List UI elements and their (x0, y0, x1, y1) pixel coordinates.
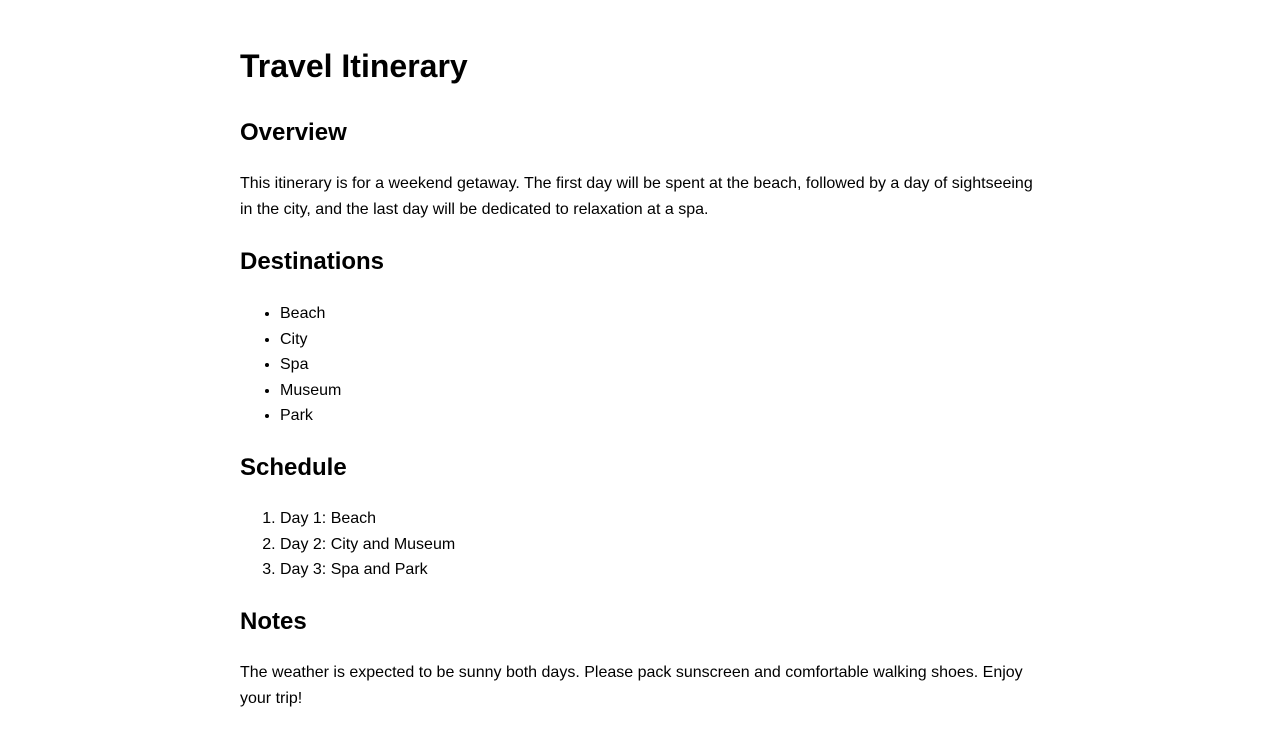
overview-paragraph: This itinerary is for a weekend getaway.… (240, 175, 1033, 218)
destination-item-museum: Museum (280, 378, 1040, 404)
destination-item-city: City (280, 327, 1040, 353)
destinations-list: Beach City Spa Museum Park (240, 301, 1040, 429)
page-title: Travel Itinerary (240, 48, 468, 84)
destination-item-spa: Spa (280, 352, 1040, 378)
destinations-heading: Destinations (240, 248, 385, 275)
destination-item-beach: Beach (280, 301, 1040, 327)
itinerary-document: Travel Itinerary Overview This itinerary… (240, 0, 1040, 712)
destination-item-park: Park (280, 403, 1040, 429)
schedule-item-day-3: Day 3: Spa and Park (280, 557, 1040, 583)
notes-paragraph: The weather is expected to be sunny both… (240, 663, 1023, 707)
schedule-item-day-1: Day 1: Beach (280, 506, 1040, 532)
schedule-item-day-2: Day 2: City and Museum (280, 532, 1040, 558)
overview-heading: Overview (240, 119, 347, 146)
schedule-list: Day 1: Beach Day 2: City and Museum Day … (240, 506, 1040, 583)
schedule-heading: Schedule (240, 453, 347, 481)
notes-heading: Notes (240, 607, 307, 635)
